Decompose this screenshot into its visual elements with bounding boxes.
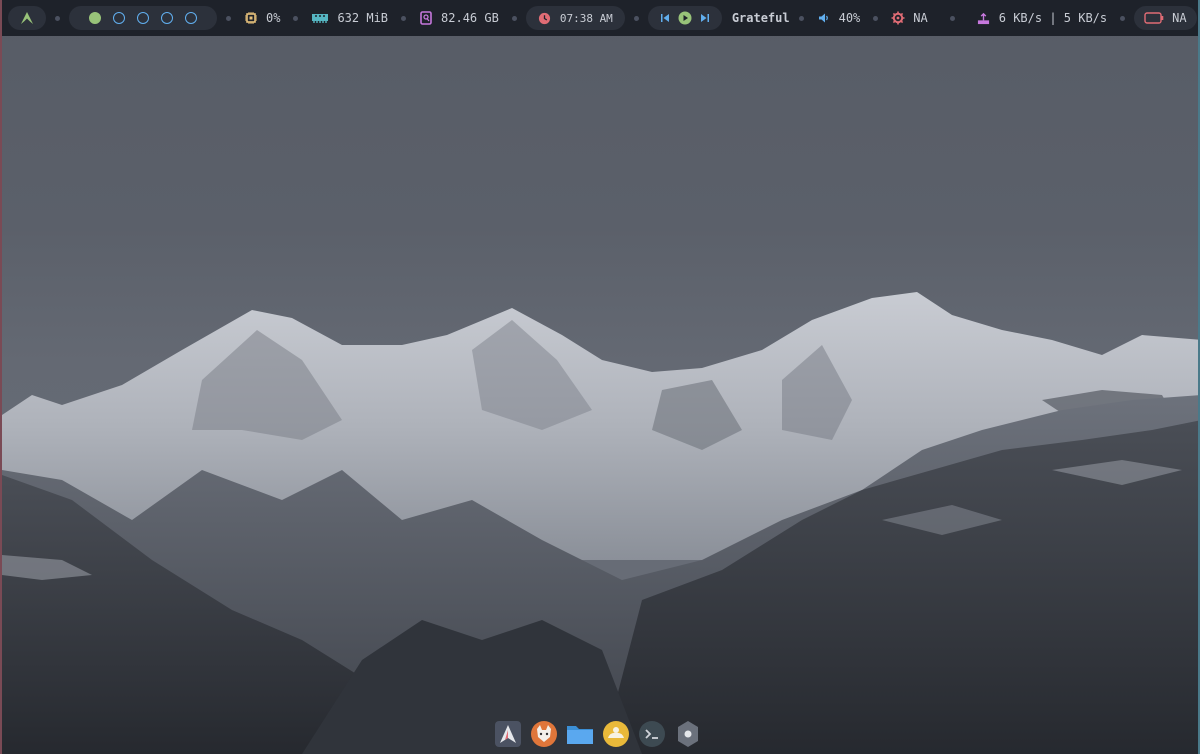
network-speed: 6 KB/s | 5 KB/s [998, 11, 1108, 25]
workspace-2-indicator[interactable] [113, 12, 125, 24]
battery-value: NA [1172, 11, 1187, 25]
separator-dot [55, 15, 60, 21]
clock-icon [538, 11, 552, 25]
gear-icon [891, 11, 905, 25]
arch-logo-icon [494, 720, 522, 748]
workspace-3-indicator[interactable] [137, 12, 149, 24]
terminal-icon [638, 720, 666, 748]
battery-icon [1144, 11, 1164, 25]
separator-dot [226, 15, 231, 21]
ram-icon [311, 11, 329, 25]
launcher-button[interactable] [8, 6, 46, 30]
separator-dot [873, 15, 879, 21]
separator-dot [798, 15, 804, 21]
dock-app-files[interactable] [566, 720, 594, 748]
mountain-wallpaper [2, 292, 1198, 754]
volume-module[interactable]: 40% [813, 11, 865, 25]
cpu-usage-value: 0% [266, 11, 281, 25]
separator-dot [401, 15, 407, 21]
battery-module[interactable]: NA [1134, 6, 1197, 30]
clock-module[interactable]: 07:38 AM [525, 6, 625, 30]
skip-next-icon[interactable] [698, 11, 712, 25]
dock-app-weather[interactable] [602, 720, 630, 748]
brightness-module[interactable]: NA [887, 11, 931, 25]
play-icon[interactable] [678, 11, 692, 25]
separator-dot [1120, 15, 1126, 21]
separator-dot [949, 15, 955, 21]
folder-icon [566, 720, 594, 748]
settings-icon [674, 720, 702, 748]
app-dock [494, 718, 702, 750]
workspace-switcher [69, 6, 217, 30]
cpu-module[interactable]: 0% [240, 11, 284, 25]
dock-app-settings[interactable] [674, 720, 702, 748]
memory-module[interactable]: 632 MiB [307, 11, 392, 25]
firefox-icon [530, 720, 558, 748]
separator-dot [633, 15, 639, 21]
dock-app-firefox[interactable] [530, 720, 558, 748]
disk-module[interactable]: 82.46 GB [415, 11, 503, 25]
desktop: 0% 632 MiB 82.46 GB 07:38 AM Grateful 40… [0, 0, 1200, 754]
separator-dot [511, 15, 517, 21]
clock-time: 07:38 AM [559, 11, 613, 25]
dock-app-terminal[interactable] [638, 720, 666, 748]
top-status-bar: 0% 632 MiB 82.46 GB 07:38 AM Grateful 40… [2, 0, 1198, 36]
disk-usage-value: 82.46 GB [441, 11, 499, 25]
workspace-5-indicator[interactable] [185, 12, 197, 24]
media-controls [647, 6, 722, 30]
dock-app-launcher[interactable] [494, 720, 522, 748]
volume-value: 40% [838, 11, 861, 25]
media-title: Grateful [731, 11, 790, 25]
network-icon [977, 11, 991, 25]
network-module[interactable]: 6 KB/s | 5 KB/s [973, 11, 1111, 25]
memory-usage-value: 632 MiB [337, 11, 389, 25]
cpu-icon [244, 11, 258, 25]
brightness-value: NA [913, 11, 928, 25]
disk-icon [419, 11, 433, 25]
separator-dot [293, 15, 299, 21]
workspace-4-indicator[interactable] [161, 12, 173, 24]
workspace-1-indicator[interactable] [89, 12, 101, 24]
skip-previous-icon[interactable] [658, 11, 672, 25]
speaker-icon [817, 11, 831, 25]
weather-icon [602, 720, 630, 748]
arch-logo-icon [20, 11, 34, 25]
